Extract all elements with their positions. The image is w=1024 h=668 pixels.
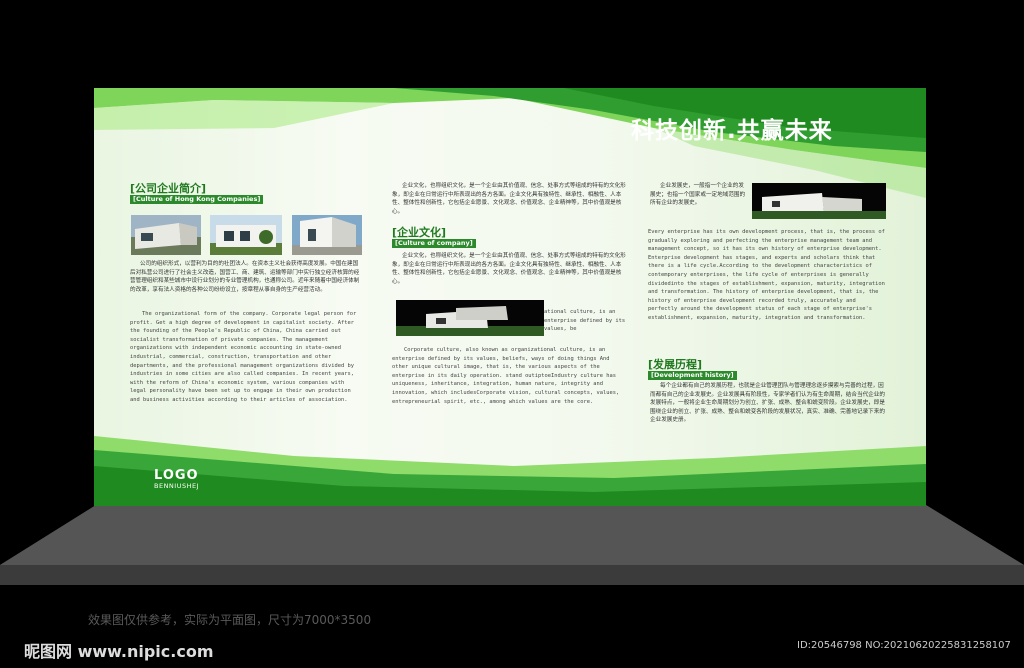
company-subtitle: [Culture of Hong Kong Companies]	[130, 195, 264, 204]
logo-subtext: BENNIUSHEJ	[154, 482, 200, 490]
culture-text-cn-2: 企业文化，也称组织文化，是一个企业由其价值观、信念、处事方式等组成的特有的文化形…	[392, 253, 626, 285]
building-photo-5	[752, 183, 886, 219]
stage-floor	[0, 505, 1024, 585]
history-intro-cn: 企业发展史，一般指一个企业的发展史；也指一个国家或一定地域范围的所有企业的发展史…	[650, 183, 746, 207]
exhibition-board: 科技创新.共赢未来 [公司企业简介] [Culture of Hong Kong…	[94, 88, 926, 506]
culture-text-en: Corporate culture, also known as organiz…	[392, 347, 620, 405]
culture-text-cn-1: 企业文化，也称组织文化，是一个企业由其价值观、信念、处事方式等组成的特有的文化形…	[392, 183, 626, 215]
company-title: [公司企业简介]	[130, 182, 207, 195]
history-text-cn: 每个企业都有自己的发展历程，也就是企业管理团队与管理理念逐步摸索与完善的过程，因…	[650, 383, 885, 424]
building-photo-3	[292, 215, 362, 255]
building-photo-2	[210, 215, 282, 255]
preview-caption: 效果图仅供参考，实际为平面图，尺寸为7000*3500	[88, 613, 372, 627]
history-title: [发展历程]	[648, 358, 703, 371]
bottom-green-band	[94, 436, 926, 506]
history-intro-en: Every enterprise has its own development…	[648, 229, 885, 321]
culture-title: [企业文化]	[392, 226, 447, 239]
building-photo-1	[131, 215, 201, 255]
culture-side-text-en: ational culture, is an enterprise define…	[544, 309, 626, 333]
company-text-en: The organizational form of the company. …	[130, 311, 357, 403]
logo-text: LOGO	[154, 468, 199, 483]
history-subtitle: [Development history]	[648, 371, 737, 380]
company-text-cn: 公司的组织形式，以营利为目的的社团法人。在资本主义社会获得高度发展。中国在建国后…	[130, 261, 360, 293]
company-logo: LOGO BENNIUSHEJ	[154, 468, 199, 490]
headline: 科技创新.共赢未来	[631, 118, 833, 144]
culture-subtitle: [Culture of company]	[392, 239, 476, 248]
building-photo-4	[396, 300, 544, 336]
watermark-site: 昵图网 www.nipic.com	[24, 642, 214, 661]
watermark-id: ID:20546798 NO:20210620225831258107	[797, 640, 1011, 651]
